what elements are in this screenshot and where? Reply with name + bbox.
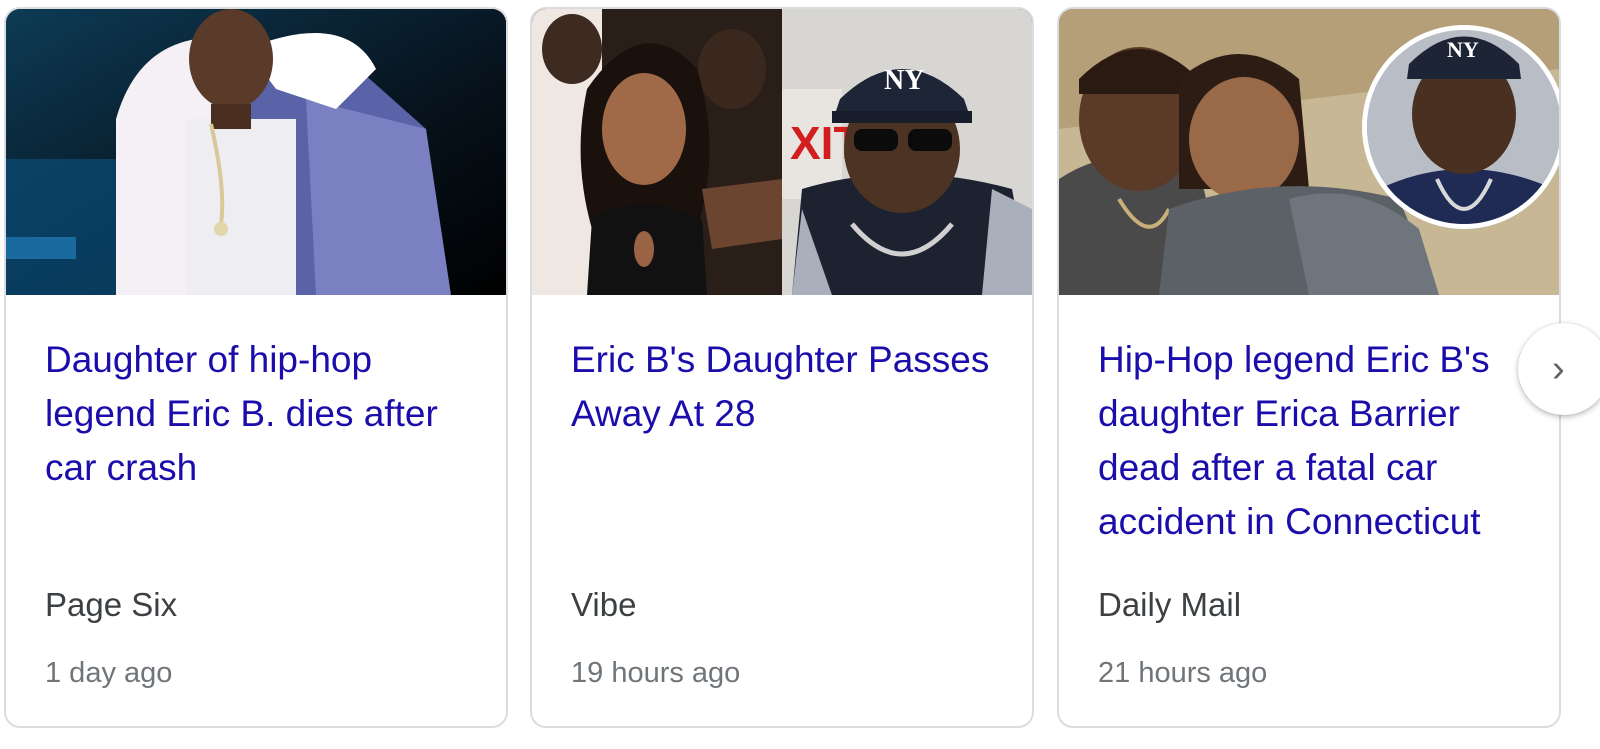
couple-photo-with-inset-icon: NY: [1059, 9, 1559, 295]
chevron-right-icon: ›: [1552, 348, 1565, 390]
news-source: Vibe: [571, 586, 637, 623]
performer-photo-icon: [6, 9, 506, 295]
svg-text:NY: NY: [1447, 37, 1479, 62]
news-headline[interactable]: Hip-Hop legend Eric B's daughter Erica B…: [1098, 333, 1538, 549]
news-card[interactable]: XIT NY Eric B's Daughter Passes Away At …: [530, 7, 1034, 728]
news-thumbnail[interactable]: NY: [1059, 9, 1559, 295]
news-thumbnail[interactable]: XIT NY: [532, 9, 1032, 295]
split-portrait-photo-icon: XIT NY: [532, 9, 1032, 295]
svg-text:NY: NY: [884, 65, 924, 96]
next-button[interactable]: ›: [1518, 323, 1600, 415]
news-timestamp: 19 hours ago: [571, 657, 741, 689]
news-thumbnail[interactable]: [6, 9, 506, 295]
news-source: Page Six: [45, 586, 178, 623]
news-carousel: Daughter of hip-hop legend Eric B. dies …: [0, 0, 1600, 749]
news-card[interactable]: NY Hip-Hop legend Eric B's daughter Eric…: [1057, 7, 1561, 728]
news-timestamp: 21 hours ago: [1098, 657, 1268, 689]
news-source: Daily Mail: [1098, 586, 1242, 623]
news-headline[interactable]: Eric B's Daughter Passes Away At 28: [571, 333, 1011, 441]
news-timestamp: 1 day ago: [45, 657, 173, 689]
news-card[interactable]: Daughter of hip-hop legend Eric B. dies …: [4, 7, 508, 728]
news-headline[interactable]: Daughter of hip-hop legend Eric B. dies …: [45, 333, 485, 495]
